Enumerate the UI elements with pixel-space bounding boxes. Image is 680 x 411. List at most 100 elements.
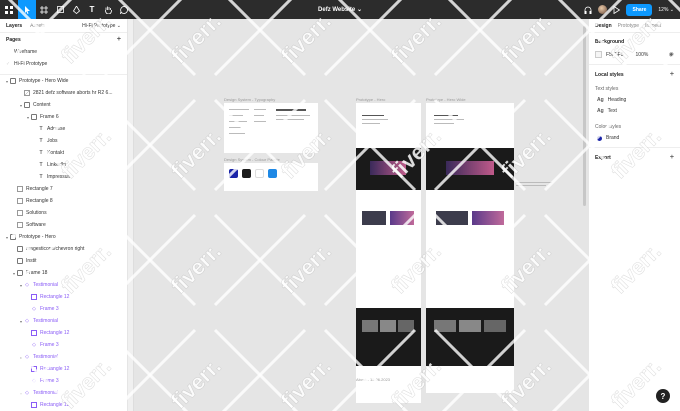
text-style-icon: Ag xyxy=(597,108,604,114)
layer-item[interactable]: Rectangle 12 xyxy=(0,363,127,375)
tab-prototype[interactable]: Prototype xyxy=(618,23,639,29)
layer-item[interactable]: Rectangle 7 xyxy=(0,183,127,195)
text-style-item[interactable]: Ag Text xyxy=(595,108,674,114)
add-page-icon[interactable]: + xyxy=(117,36,121,43)
hero-frame[interactable] xyxy=(356,103,421,393)
layer-item[interactable]: Rectangle 8 xyxy=(0,195,127,207)
frame-label-hero[interactable]: Prototype - Hero xyxy=(356,97,385,102)
layer-item[interactable]: T Adresse xyxy=(0,123,127,135)
palette-swatch[interactable] xyxy=(242,169,251,178)
page-item[interactable]: Wireframe xyxy=(0,46,127,58)
rectangle-icon xyxy=(17,186,23,192)
background-opacity[interactable]: 100% xyxy=(636,52,649,58)
share-button[interactable]: Share xyxy=(626,3,653,16)
frame-label-about[interactable]: About - 15.06.2023 xyxy=(356,377,390,382)
layer-label: Frame 3 xyxy=(40,342,59,348)
layer-item[interactable]: ▾ Frame 18 xyxy=(0,267,127,279)
right-panel-tabs: Design Prototype Inspect xyxy=(589,19,680,33)
pen-icon xyxy=(72,5,80,14)
eye-icon[interactable]: ◉ xyxy=(669,51,674,58)
layer-item[interactable]: Rectangle 12 xyxy=(0,327,127,339)
layer-item[interactable]: T LinkedIn xyxy=(0,159,127,171)
layer-item[interactable]: ▾ Content xyxy=(0,99,127,111)
text-style-item[interactable]: Ag Heading xyxy=(595,97,674,103)
rectangle-icon xyxy=(17,222,23,228)
tab-design[interactable]: Design xyxy=(595,23,612,29)
layer-label: Rectangle 12 xyxy=(40,366,70,372)
layer-item[interactable]: T Jobs xyxy=(0,135,127,147)
about-frame[interactable] xyxy=(356,383,421,403)
layer-item[interactable]: ▾ ◇ Testimonial xyxy=(0,387,127,399)
play-icon[interactable] xyxy=(613,5,621,14)
layer-label: Adresse xyxy=(47,126,66,132)
frame-label-typography[interactable]: Design System - Typography xyxy=(224,97,275,102)
page-item[interactable]: ✓ Hi-Fi Prototype xyxy=(0,58,127,70)
frame-label-hero-wide[interactable]: Prototype - Hero Wide xyxy=(426,97,466,102)
headphones-icon[interactable] xyxy=(584,6,592,14)
avatar[interactable] xyxy=(598,5,608,14)
color-style-item[interactable]: Brand xyxy=(595,135,674,141)
layer-item[interactable]: ◇ Frame 3 xyxy=(0,339,127,351)
palette-frame[interactable] xyxy=(224,163,318,191)
layer-item[interactable]: T Kontakt xyxy=(0,147,127,159)
layers-list: ▾ Prototype - Hero Wide 2821 defz software… xyxy=(0,75,127,411)
text-tool-button[interactable]: T xyxy=(84,0,100,19)
tab-assets[interactable]: Assets xyxy=(30,23,45,29)
page-item-label: Hi-Fi Prototype xyxy=(14,61,48,67)
canvas[interactable]: Design System - Typography Design System… xyxy=(128,19,588,411)
export-title: Export xyxy=(595,154,611,161)
layer-label: Instit xyxy=(26,258,37,264)
color-swatch-icon xyxy=(597,135,602,141)
help-button[interactable]: ? xyxy=(656,389,670,403)
layer-item[interactable]: ▾ Prototype - Hero Wide xyxy=(0,75,127,87)
hero-wide-frame[interactable] xyxy=(426,103,514,393)
layer-item[interactable]: ◇ Frame 3 xyxy=(0,303,127,315)
comment-tool-button[interactable] xyxy=(116,0,132,19)
layer-item[interactable]: Solutions xyxy=(0,207,127,219)
main-menu-button[interactable] xyxy=(0,0,18,19)
add-style-icon[interactable]: + xyxy=(670,71,674,78)
layer-item[interactable]: ◇ Frame 3 xyxy=(0,375,127,387)
layer-item[interactable]: ▾ ◇ Testimonial xyxy=(0,351,127,363)
layer-item[interactable]: ▾ ◇ Testimonial xyxy=(0,315,127,327)
palette-swatch[interactable] xyxy=(268,169,277,178)
layer-item[interactable]: ▾ Prototype - Hero xyxy=(0,231,127,243)
layer-item[interactable]: Instit xyxy=(0,255,127,267)
text-layer-icon: T xyxy=(39,126,43,132)
layer-item[interactable]: ▾ ◇ Testimonial xyxy=(0,279,127,291)
pen-tool-button[interactable] xyxy=(68,0,84,19)
layer-item[interactable]: Software xyxy=(0,219,127,231)
text-style-icon: Ag xyxy=(597,97,604,103)
background-fill-row[interactable]: F5F5F5 100% ◉ xyxy=(595,51,674,58)
layer-label: Software xyxy=(26,222,46,228)
layer-item[interactable]: magesticons/chevron right xyxy=(0,243,127,255)
layer-item[interactable]: Rectangle 12 xyxy=(0,291,127,303)
zoom-level[interactable]: 12% ⌄ xyxy=(658,7,674,13)
tab-layers[interactable]: Layers xyxy=(6,23,22,29)
layer-item[interactable]: 2821 defz software aborts hr R2 6... xyxy=(0,87,127,99)
tab-inspect[interactable]: Inspect xyxy=(645,23,661,29)
current-page-selector[interactable]: Hi-Fi Prototype ⌄ xyxy=(82,23,121,29)
text-layer-icon: T xyxy=(39,162,43,168)
palette-swatch[interactable] xyxy=(255,169,264,178)
layer-item[interactable]: ▾ Frame 6 xyxy=(0,111,127,123)
typography-frame[interactable] xyxy=(224,103,318,153)
layer-item[interactable]: T Impressum xyxy=(0,171,127,183)
background-swatch[interactable] xyxy=(595,51,602,58)
palette-swatch[interactable] xyxy=(229,169,238,178)
export-section: Export + xyxy=(589,148,680,167)
layer-label: Frame 18 xyxy=(26,270,48,276)
frame-label-palette[interactable]: Design System - Colour Palette xyxy=(224,157,280,162)
layer-label: Prototype - Hero Wide xyxy=(19,78,69,84)
canvas-scrollbar[interactable] xyxy=(583,26,586,206)
move-tool-button[interactable] xyxy=(18,0,36,19)
background-hex[interactable]: F5F5F5 xyxy=(606,52,624,58)
frame-icon xyxy=(17,258,23,264)
layer-label: Testimonial xyxy=(33,318,59,324)
layer-item[interactable]: Rectangle 12 xyxy=(0,399,127,411)
shape-tool-button[interactable] xyxy=(52,0,68,19)
hand-tool-button[interactable] xyxy=(100,0,116,19)
text-icon: T xyxy=(89,5,95,14)
add-export-icon[interactable]: + xyxy=(670,154,674,161)
frame-tool-button[interactable] xyxy=(36,0,52,19)
